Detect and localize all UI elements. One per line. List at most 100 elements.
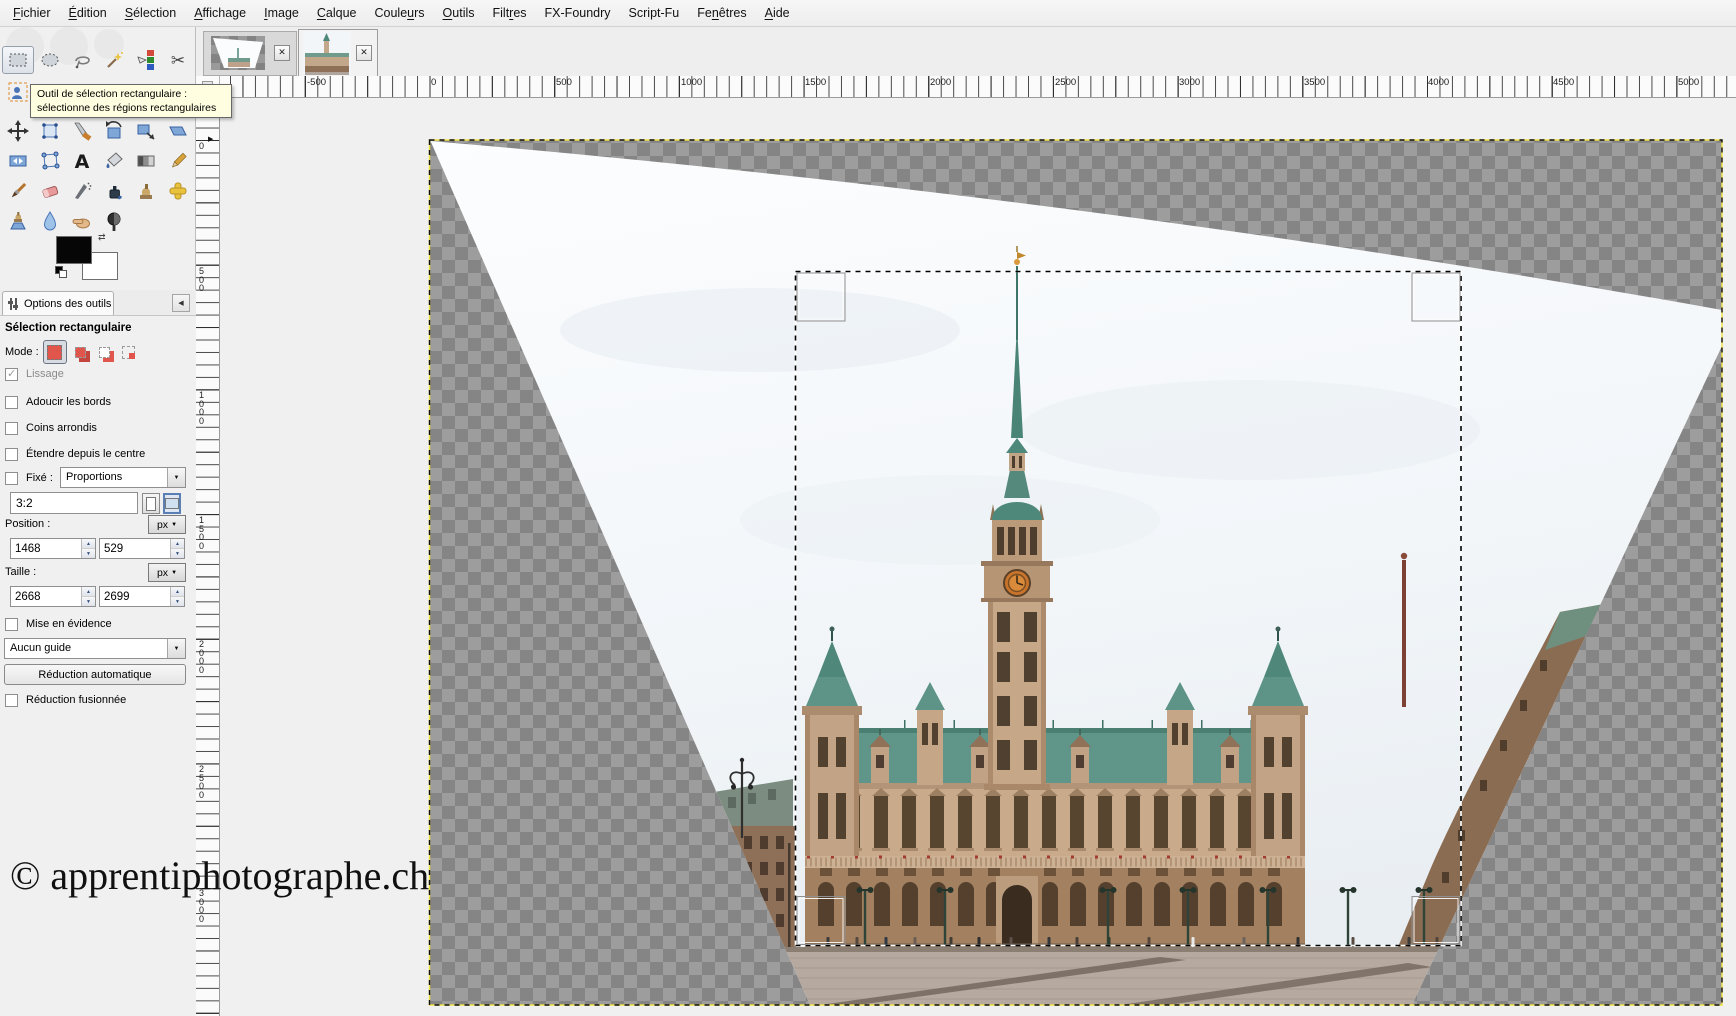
tool-shear[interactable]: [162, 117, 194, 145]
rounded-corners-checkbox[interactable]: [5, 422, 18, 435]
tool-select-by-color[interactable]: [130, 46, 162, 74]
highlight-checkbox[interactable]: [5, 618, 18, 631]
size-h-field[interactable]: [100, 587, 170, 606]
guides-dropdown[interactable]: Aucun guide ▼: [4, 638, 186, 659]
spin-up-icon[interactable]: ▲: [171, 587, 184, 597]
spin-up-icon[interactable]: ▲: [82, 587, 95, 597]
tooltip-line1: Outil de sélection rectangulaire :: [37, 87, 225, 101]
position-x-field[interactable]: [11, 539, 81, 558]
menu-Aide[interactable]: Aide: [756, 2, 799, 24]
expand-from-center-checkbox[interactable]: [5, 448, 18, 461]
mode-subtract-button[interactable]: [95, 342, 115, 362]
tool-gradient[interactable]: [130, 147, 162, 175]
tool-airbrush[interactable]: [66, 177, 98, 205]
antialiasing-checkbox[interactable]: [5, 368, 18, 381]
reset-colors-icon[interactable]: [55, 266, 65, 276]
tool-ellipse-select[interactable]: [34, 46, 66, 74]
tab1-close-button[interactable]: ✕: [274, 45, 290, 61]
tool-text[interactable]: A: [66, 147, 98, 175]
tool-rectangle-select[interactable]: [2, 46, 34, 74]
lasso-icon: [71, 49, 93, 71]
spinner-arrows[interactable]: ▲▼: [170, 587, 184, 606]
tool-bucket-fill[interactable]: [98, 147, 130, 175]
spin-up-icon[interactable]: ▲: [171, 539, 184, 549]
size-w-field[interactable]: [11, 587, 81, 606]
menu-FX-Foundry[interactable]: FX-Foundry: [536, 2, 620, 24]
spin-up-icon[interactable]: ▲: [82, 539, 95, 549]
image-tab-2-thumbnail[interactable]: [303, 31, 351, 75]
spin-down-icon[interactable]: ▼: [82, 549, 95, 558]
shrink-merged-checkbox[interactable]: [5, 694, 18, 707]
tool-paintbrush[interactable]: [2, 177, 34, 205]
tool-scale[interactable]: [130, 117, 162, 145]
image-tab-1[interactable]: ✕: [203, 31, 297, 76]
tool-dodge-burn[interactable]: [98, 207, 130, 235]
feather-edges-checkbox[interactable]: [5, 396, 18, 409]
flip-icon: [7, 150, 29, 172]
spinner-arrows[interactable]: ▲▼: [81, 587, 95, 606]
canvas-viewport[interactable]: [220, 98, 1736, 1016]
tool-move[interactable]: [2, 117, 34, 145]
menu-Filtres[interactable]: Filtres: [484, 2, 536, 24]
size-unit-button[interactable]: px▼: [148, 563, 186, 582]
menu-Fichier[interactable]: Fichier: [4, 2, 60, 24]
menu-Sélection[interactable]: Sélection: [116, 2, 185, 24]
horizontal-ruler[interactable]: -500050010001500200025003000350040004500…: [196, 76, 1736, 98]
tool-eraser[interactable]: [34, 177, 66, 205]
menu-Affichage[interactable]: Affichage: [185, 2, 255, 24]
perspective-clone-icon: [7, 210, 29, 232]
mode-intersect-icon: [122, 346, 135, 359]
fixed-checkbox[interactable]: [5, 472, 18, 485]
tool-options-tab-label: Options des outils: [24, 298, 111, 310]
ruler-pointer-marker-icon: ▶: [208, 135, 213, 143]
mode-add-button[interactable]: [71, 342, 91, 362]
tool-flip[interactable]: [2, 147, 34, 175]
mode-replace-button[interactable]: [43, 340, 67, 364]
tool-blur-sharpen[interactable]: [34, 207, 66, 235]
foreground-color-swatch[interactable]: [56, 236, 92, 264]
tool-cage-transform[interactable]: [34, 147, 66, 175]
image-tab-2-selected[interactable]: ✕: [298, 29, 378, 76]
spinner-arrows[interactable]: ▲▼: [81, 539, 95, 558]
dock-collapse-button[interactable]: ◀: [172, 294, 190, 312]
tab-tool-options[interactable]: Options des outils: [2, 291, 114, 315]
tool-perspective-clone[interactable]: [2, 207, 34, 235]
ratio-input[interactable]: [10, 492, 138, 514]
menu-Couleurs[interactable]: Couleurs: [365, 2, 433, 24]
portrait-icon: [146, 497, 156, 511]
position-y-field[interactable]: [100, 539, 170, 558]
tool-pencil[interactable]: [162, 147, 194, 175]
menu-Calque[interactable]: Calque: [308, 2, 366, 24]
tool-smudge[interactable]: [66, 207, 98, 235]
menu-Fenêtres[interactable]: Fenêtres: [688, 2, 755, 24]
swap-colors-icon[interactable]: ⇄: [98, 232, 106, 243]
menu-Image[interactable]: Image: [255, 2, 308, 24]
menu-Outils[interactable]: Outils: [434, 2, 484, 24]
hruler-label: 2000: [930, 77, 951, 88]
mode-intersect-button[interactable]: [119, 342, 139, 362]
menu-Édition[interactable]: Édition: [60, 2, 116, 24]
tool-free-select[interactable]: [66, 46, 98, 74]
menubar-items[interactable]: FichierÉditionSélectionAffichageImageCal…: [0, 0, 1736, 27]
spin-down-icon[interactable]: ▼: [171, 597, 184, 606]
tool-rotate[interactable]: [98, 117, 130, 145]
tool-ink[interactable]: [98, 177, 130, 205]
tool-heal[interactable]: [162, 177, 194, 205]
menu-Script-Fu[interactable]: Script-Fu: [620, 2, 689, 24]
tool-scissors-select[interactable]: ✂: [162, 46, 194, 74]
spin-down-icon[interactable]: ▼: [82, 597, 95, 606]
spin-down-icon[interactable]: ▼: [171, 549, 184, 558]
spinner-arrows[interactable]: ▲▼: [170, 539, 184, 558]
position-unit-button[interactable]: px▼: [148, 515, 186, 534]
active-tool-title: Sélection rectangulaire: [5, 322, 132, 334]
tab2-close-button[interactable]: ✕: [356, 45, 372, 61]
image-tab-1-thumbnail[interactable]: [211, 36, 265, 70]
portrait-orientation-button[interactable]: [142, 493, 160, 514]
auto-shrink-button[interactable]: Réduction automatique: [4, 664, 186, 685]
tool-clone[interactable]: [130, 177, 162, 205]
tool-crop[interactable]: [66, 117, 98, 145]
tool-fuzzy-select[interactable]: [98, 46, 130, 74]
fixed-dropdown[interactable]: Proportions ▼: [60, 467, 186, 488]
landscape-orientation-button[interactable]: [163, 493, 181, 514]
tool-align[interactable]: [34, 117, 66, 145]
